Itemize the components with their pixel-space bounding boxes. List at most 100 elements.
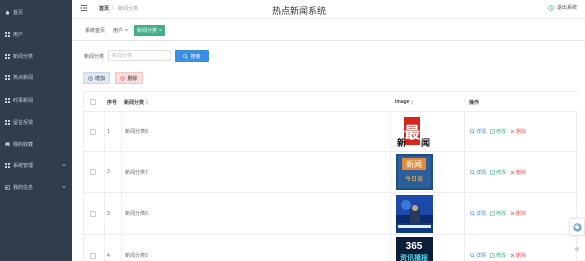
header-label: 新闻分类: [124, 99, 145, 106]
delete-button[interactable]: 删除: [115, 72, 143, 84]
breadcrumb-home[interactable]: 首页: [99, 5, 109, 12]
remove-label: 删除: [516, 129, 527, 135]
sort-icon[interactable]: [146, 99, 149, 105]
remove-button[interactable]: 删除: [510, 210, 526, 217]
svg-text:新闻: 新闻: [406, 159, 422, 169]
logout-button[interactable]: 退出系统: [548, 4, 577, 11]
svg-text:365: 365: [406, 241, 423, 252]
news-thumbnail[interactable]: 365 资讯播报: [396, 237, 433, 261]
breadcrumb-current: 新闻分类: [118, 6, 139, 12]
search-icon: [470, 129, 475, 134]
sidebar-item-my-info[interactable]: 我的信息: [0, 177, 72, 198]
sidebar-item-label: 首页: [13, 10, 24, 16]
sidebar-item-label: 新闻分类: [13, 54, 34, 60]
sidebar-item-label: 用户: [13, 32, 24, 38]
tab-label: 系统首页: [85, 28, 106, 34]
search-input[interactable]: [108, 50, 171, 61]
scroll-indicator: [575, 247, 579, 251]
sidebar-item-feedback[interactable]: 留言反馈: [0, 112, 72, 133]
edit-button[interactable]: 修改: [490, 210, 506, 217]
detail-button[interactable]: 详情: [470, 210, 486, 217]
detail-button[interactable]: 详情: [470, 128, 486, 135]
sort-icon[interactable]: [411, 99, 414, 105]
sidebar-item-label: 系统管理: [13, 163, 34, 169]
sidebar-item-users[interactable]: 用户: [0, 24, 72, 45]
row-checkbox[interactable]: [90, 210, 96, 217]
detail-label: 详情: [476, 129, 487, 135]
svg-text:新: 新: [397, 137, 406, 148]
row-checkbox[interactable]: [90, 169, 96, 175]
news-thumbnail[interactable]: 最 新 闻: [396, 114, 433, 150]
row-index: 2: [107, 169, 110, 175]
search-button[interactable]: 搜索: [175, 50, 209, 62]
divider: [72, 40, 585, 41]
svg-text:最: 最: [404, 124, 421, 142]
tab-news-category[interactable]: 新闻分类 ×: [134, 25, 165, 36]
remove-label: 删除: [516, 253, 527, 259]
sidebar-item-system[interactable]: 系统管理: [0, 155, 72, 176]
row-operations: 详情 修改 删除: [470, 193, 526, 234]
sidebar-item-label: 我的信息: [13, 185, 34, 191]
top-header: 首页 / 新闻分类 热点新闻系统 退出系统: [72, 0, 585, 19]
tab-bar: 系统首页 用户 × 新闻分类 ×: [72, 25, 585, 38]
close-icon: [510, 211, 515, 216]
sidebar-item-label: 时事新闻: [13, 98, 34, 104]
grid-icon: [5, 54, 10, 59]
chevron-down-icon: [62, 163, 66, 167]
search-label: 新闻分类: [84, 54, 105, 60]
close-icon[interactable]: ×: [125, 28, 128, 34]
row-operations: 详情 修改 删除: [470, 152, 526, 192]
tab-users[interactable]: 用户 ×: [110, 25, 131, 36]
row-operations: 详情 修改 删除: [470, 112, 526, 151]
news-thumbnail[interactable]: [396, 195, 433, 233]
header-category[interactable]: 新闻分类: [124, 92, 149, 112]
sidebar-item-home[interactable]: 首页: [0, 2, 72, 23]
edit-icon: [490, 169, 495, 175]
edit-button[interactable]: 修改: [490, 128, 506, 135]
sidebar-item-label: 留言反馈: [13, 120, 34, 126]
close-icon: [510, 170, 515, 174]
detail-label: 详情: [476, 253, 487, 259]
floating-help-button[interactable]: [569, 218, 585, 236]
row-checkbox[interactable]: [90, 253, 96, 259]
svg-text:资讯播报: 资讯播报: [400, 253, 429, 261]
search-icon: [470, 211, 475, 216]
search-icon: [183, 53, 189, 59]
remove-label: 删除: [516, 211, 527, 217]
tab-home[interactable]: 系统首页: [82, 25, 108, 36]
header-operation: 操作: [469, 99, 480, 106]
logout-label: 退出系统: [556, 5, 577, 11]
detail-button[interactable]: 详情: [470, 169, 486, 176]
sidebar-item-hot-news[interactable]: 热点新闻: [0, 67, 72, 88]
logout-icon: [548, 4, 554, 11]
close-icon: [510, 253, 515, 258]
sidebar-item-current-news[interactable]: 时事新闻: [0, 90, 72, 111]
news-category-table: 序号 新闻分类 image 操作 1 新闻分类8 最 新 闻 详情 修改 删除 …: [83, 91, 578, 261]
select-all-checkbox[interactable]: [90, 99, 96, 105]
close-icon[interactable]: ×: [159, 28, 162, 34]
remove-button[interactable]: 删除: [510, 128, 526, 135]
row-index: 4: [107, 253, 110, 259]
menu-toggle-icon[interactable]: [80, 4, 88, 12]
delete-button-label: 删除: [127, 75, 138, 82]
svg-text:闻: 闻: [421, 137, 430, 148]
grid-icon: [5, 163, 10, 168]
swirl-icon: [572, 222, 582, 232]
remove-button[interactable]: 删除: [510, 252, 526, 259]
svg-text:今日谈: 今日谈: [405, 175, 423, 183]
sidebar-item-news-category[interactable]: 新闻分类: [0, 46, 72, 67]
news-thumbnail[interactable]: 新闻 今日谈: [396, 154, 433, 190]
detail-button[interactable]: 详情: [470, 252, 486, 259]
edit-button[interactable]: 修改: [490, 169, 506, 176]
sidebar-item-favorites[interactable]: 我的收藏: [0, 134, 72, 155]
table-row: 1 新闻分类8 最 新 闻 详情 修改 删除: [84, 112, 578, 152]
header-image[interactable]: image: [395, 92, 414, 112]
remove-button[interactable]: 删除: [510, 169, 526, 176]
close-icon: [510, 129, 515, 134]
add-button[interactable]: 增加: [83, 72, 110, 84]
row-checkbox[interactable]: [90, 128, 96, 135]
chevron-down-icon: [62, 185, 66, 189]
row-category: 新闻分类5: [125, 253, 148, 259]
home-icon: [5, 10, 10, 15]
edit-button[interactable]: 修改: [490, 252, 506, 259]
